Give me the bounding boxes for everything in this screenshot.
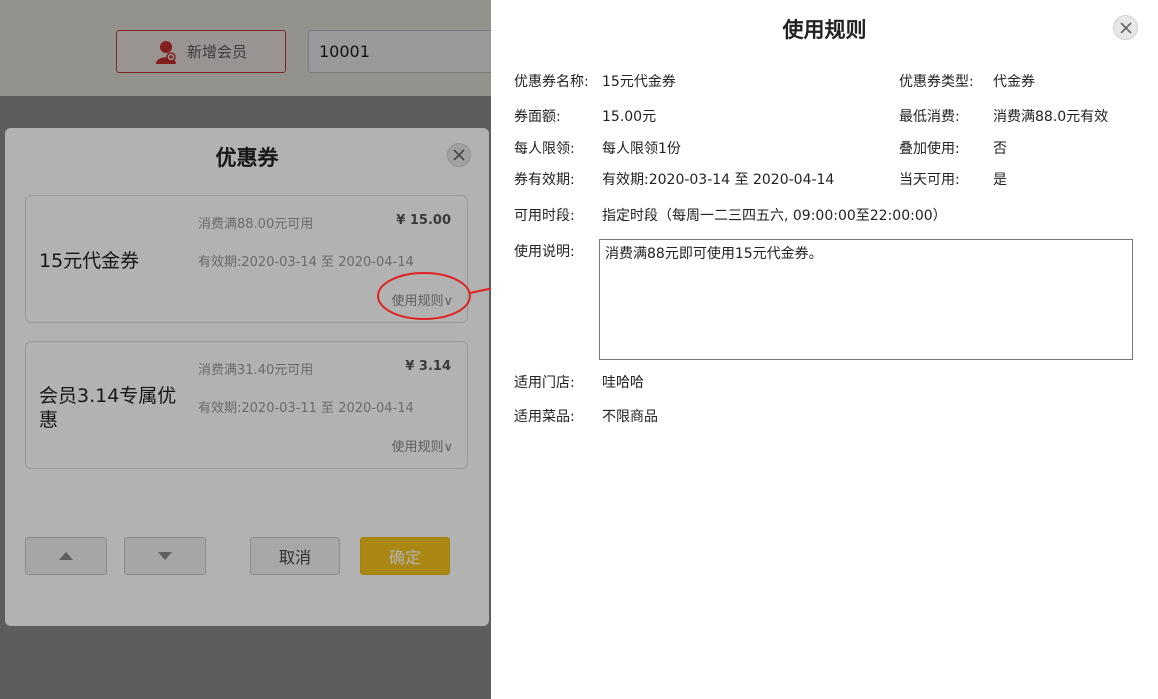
coupon-name-value: 15元代金券 xyxy=(602,74,676,90)
applicable-store-value: 哇哈哈 xyxy=(602,375,644,391)
usage-description-label: 使用说明: xyxy=(514,244,575,260)
applicable-dishes-label: 适用菜品: xyxy=(514,409,575,425)
min-spend-value: 消费满88.0元有效 xyxy=(993,109,1109,125)
applicable-dishes-value: 不限商品 xyxy=(602,409,658,425)
usage-rules-panel: 使用规则 优惠券名称: 15元代金券 优惠券类型: 代金券 券面额: 15.00… xyxy=(491,0,1158,699)
stackable-label: 叠加使用: xyxy=(899,141,960,157)
same-day-label: 当天可用: xyxy=(899,172,960,188)
close-icon xyxy=(1119,21,1132,34)
available-period-label: 可用时段: xyxy=(514,208,575,224)
min-spend-label: 最低消费: xyxy=(899,109,960,125)
validity-label: 券有效期: xyxy=(514,172,575,188)
coupon-type-value: 代金券 xyxy=(993,74,1035,90)
rules-close-button[interactable] xyxy=(1113,15,1138,40)
per-person-limit-value: 每人限领1份 xyxy=(602,141,681,157)
applicable-store-label: 适用门店: xyxy=(514,375,575,391)
coupon-name-label: 优惠券名称: xyxy=(514,74,589,90)
stackable-value: 否 xyxy=(993,141,1007,157)
coupon-type-label: 优惠券类型: xyxy=(899,74,974,90)
same-day-value: 是 xyxy=(993,172,1007,188)
rules-title: 使用规则 xyxy=(782,18,867,42)
validity-value: 有效期:2020-03-14 至 2020-04-14 xyxy=(602,172,835,188)
usage-description-box: 消费满88元即可使用15元代金券。 xyxy=(599,239,1133,360)
per-person-limit-label: 每人限领: xyxy=(514,141,575,157)
face-value-value: 15.00元 xyxy=(602,109,657,125)
face-value-label: 券面额: xyxy=(514,109,561,125)
dialog-dim xyxy=(5,128,489,626)
available-period-value: 指定时段（每周一二三四五六, 09:00:00至22:00:00） xyxy=(602,208,947,224)
